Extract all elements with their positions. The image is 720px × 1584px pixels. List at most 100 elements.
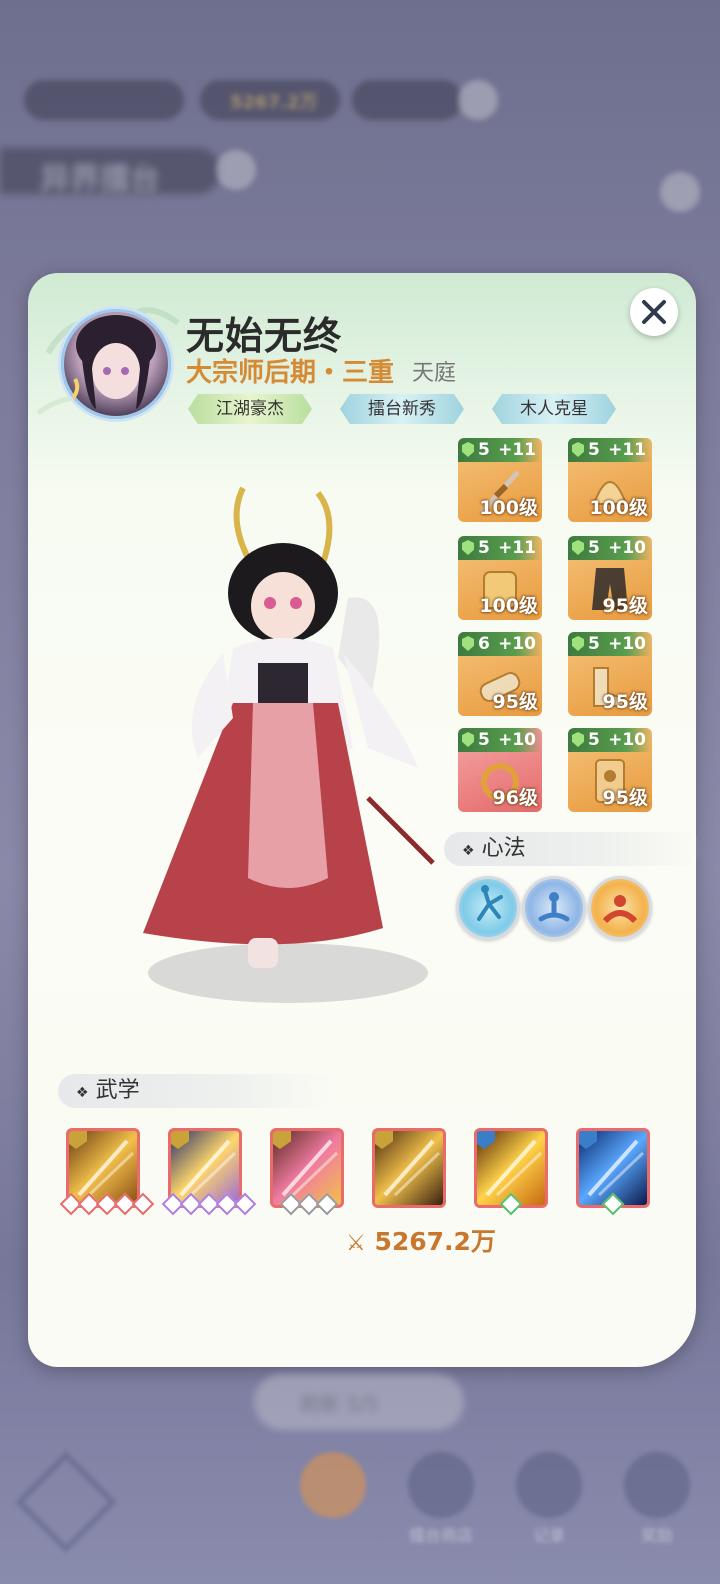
equipment-level: 96级 — [492, 787, 538, 809]
equipment-slot-sword[interactable]: 5 +11 100级 — [458, 438, 542, 522]
skill-level-pips — [161, 1192, 257, 1216]
blurred-title-bar: 异界擂台 — [0, 148, 220, 197]
blurred-nav-shop-label: 擂台商店 — [408, 1526, 473, 1545]
equipment-slot-bracer[interactable]: 6 +10 95级 — [458, 632, 542, 716]
level-pip-icon — [499, 1192, 523, 1216]
equipment-enhance: +10 — [498, 634, 536, 654]
martial-skill-4[interactable] — [372, 1128, 446, 1208]
equipment-badge: 5 +10 — [568, 728, 652, 752]
blurred-nav-reward-icon[interactable] — [624, 1452, 690, 1518]
equipment-badge: 5 +11 — [458, 536, 542, 560]
skill-level-pips — [59, 1192, 155, 1216]
kick-icon — [477, 885, 503, 921]
equipment-level: 95级 — [492, 691, 538, 713]
equipment-stars: 5 — [588, 634, 600, 654]
star-gem-icon — [572, 636, 584, 651]
close-icon — [642, 300, 666, 324]
crossed-swords-icon: ⚔ — [346, 1231, 366, 1256]
equipment-enhance: +10 — [608, 634, 646, 654]
skill-level-pips — [499, 1192, 523, 1216]
combat-power-value: 5267.2万 — [374, 1227, 496, 1256]
martial-arts-section-header: ❖ 武学 — [58, 1074, 336, 1108]
blurred-nav-record-label: 记录 — [532, 1526, 565, 1545]
star-gem-icon — [572, 732, 584, 747]
equipment-stars: 6 — [478, 634, 490, 654]
blurred-resource-3 — [352, 80, 462, 120]
star-gem-icon — [462, 442, 474, 457]
meditate-icon — [538, 892, 570, 922]
blurred-nav-record-icon[interactable] — [516, 1452, 582, 1518]
blurred-nav-home-icon[interactable] — [300, 1452, 366, 1518]
equipment-slot-ring[interactable]: 5 +10 96级 — [458, 728, 542, 812]
level-pip-icon — [601, 1192, 625, 1216]
mind-method-section-header: ❖ 心法 — [444, 832, 702, 866]
mind-method-meditate[interactable] — [522, 876, 586, 940]
equipment-stars: 5 — [478, 440, 490, 460]
combat-power: ⚔ 5267.2万 — [346, 1222, 496, 1258]
title-tag-2[interactable]: 擂台新秀 — [340, 394, 464, 424]
martial-arts-label: 武学 — [95, 1078, 140, 1103]
title-tag-1[interactable]: 江湖豪杰 — [188, 394, 312, 424]
star-gem-icon — [462, 540, 474, 555]
equipment-slot-armor[interactable]: 5 +11 100级 — [458, 536, 542, 620]
star-gem-icon — [462, 636, 474, 651]
close-button[interactable] — [630, 288, 678, 336]
skill-level-pips — [279, 1192, 339, 1216]
blurred-resource-1 — [24, 80, 184, 120]
character-model-image — [143, 486, 435, 1003]
equipment-enhance: +11 — [498, 440, 536, 460]
equipment-badge: 5 +10 — [568, 632, 652, 656]
equipment-slot-pants[interactable]: 5 +10 95级 — [568, 536, 652, 620]
level-pip-icon — [131, 1192, 155, 1216]
equipment-stars: 5 — [478, 730, 490, 750]
equipment-enhance: +11 — [608, 440, 646, 460]
star-gem-icon — [572, 442, 584, 457]
blurred-help-button[interactable] — [216, 150, 256, 190]
mind-method-kick[interactable] — [456, 876, 520, 940]
equipment-level: 100级 — [479, 595, 538, 617]
blurred-page-title: 异界擂台 — [40, 162, 160, 197]
equipment-stars: 5 — [478, 538, 490, 558]
star-gem-icon — [462, 732, 474, 747]
equipment-enhance: +10 — [498, 730, 536, 750]
blurred-refresh-label: 刷新 5/5 — [300, 1392, 379, 1416]
level-pip-icon — [233, 1192, 257, 1216]
equipment-level: 100级 — [589, 497, 648, 519]
blurred-settings-button[interactable] — [660, 172, 700, 212]
diamond-bullet-icon: ❖ — [76, 1085, 89, 1101]
equipment-slot-token[interactable]: 5 +10 95级 — [568, 728, 652, 812]
equipment-enhance: +11 — [498, 538, 536, 558]
equipment-level: 100级 — [479, 497, 538, 519]
title-tag-3[interactable]: 木人克星 — [492, 394, 616, 424]
equipment-badge: 5 +11 — [568, 438, 652, 462]
equipment-slot-boots[interactable]: 5 +10 95级 — [568, 632, 652, 716]
diamond-bullet-icon: ❖ — [462, 843, 475, 859]
mind-method-fire-monk[interactable] — [588, 876, 652, 940]
equipment-enhance: +10 — [608, 538, 646, 558]
blurred-nav-shop-icon[interactable] — [408, 1452, 474, 1518]
equipment-badge: 5 +10 — [458, 728, 542, 752]
character-rank: 大宗师后期・三重 — [186, 358, 395, 388]
equipment-level: 95级 — [602, 595, 648, 617]
character-realm: 天庭 — [412, 361, 457, 386]
star-gem-icon — [572, 540, 584, 555]
skill-level-pips — [601, 1192, 625, 1216]
equipment-stars: 5 — [588, 440, 600, 460]
equipment-enhance: +10 — [608, 730, 646, 750]
equipment-level: 95级 — [602, 787, 648, 809]
blurred-add-button[interactable] — [458, 80, 498, 120]
equipment-badge: 6 +10 — [458, 632, 542, 656]
blurred-currency: 5267.2万 — [230, 92, 318, 113]
portrait-icon — [69, 315, 156, 409]
blurred-refresh-button[interactable]: 刷新 5/5 — [254, 1374, 464, 1430]
blurred-menu-icon[interactable] — [15, 1451, 117, 1553]
mind-method-label: 心法 — [481, 836, 526, 861]
character-avatar — [58, 306, 174, 422]
equipment-stars: 5 — [588, 730, 600, 750]
equipment-slot-helmet[interactable]: 5 +11 100级 — [568, 438, 652, 522]
level-pip-icon — [315, 1192, 339, 1216]
blurred-resource-2: 5267.2万 — [200, 80, 340, 120]
blurred-nav-reward-label: 奖励 — [640, 1526, 673, 1545]
equipment-level: 95级 — [602, 691, 648, 713]
equipment-badge: 5 +11 — [458, 438, 542, 462]
